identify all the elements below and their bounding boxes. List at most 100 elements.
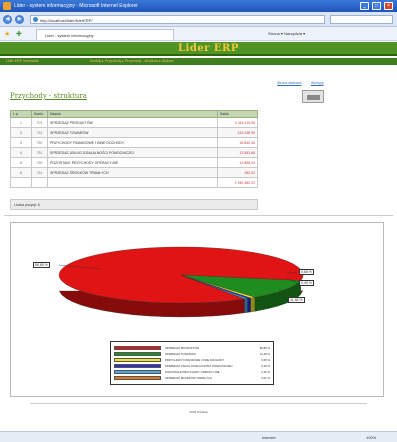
legend-swatch	[114, 345, 161, 350]
row-count-label: Liczba pozycji: 6	[14, 203, 40, 207]
legend-label: POZOSTAŁE PRZYCHODY OPERACYJNE	[165, 369, 220, 374]
divider	[30, 403, 367, 404]
col-header-lp[interactable]: L.p.	[10, 110, 32, 118]
cell-lp: 6	[10, 167, 32, 178]
cell-nazwa: SPRZEDAŻ TOWARÓW	[47, 127, 218, 138]
cell-nazwa: PRZYCHODY FINANSOWE I INNE DOCHODY	[47, 137, 218, 148]
footer-text: 2009 Tobdata	[189, 410, 208, 414]
table-row[interactable]: 3 750 PRZYCHODY FINANSOWE I INNE DOCHODY…	[10, 137, 258, 148]
callout-label-2: 0,68 %	[299, 269, 314, 275]
cell-saldo[interactable]: 319 248,99	[217, 127, 258, 138]
cell-saldo[interactable]: 12 858,24	[217, 157, 258, 168]
table-header-row: L.p. Konto Nazwa Saldo	[10, 110, 258, 118]
cell-kod: 731	[31, 127, 48, 138]
legend-swatch	[114, 351, 161, 356]
address-toolbar: ◀ ▶ http://localhost/lider/liderERP/	[0, 12, 397, 27]
legend-swatch	[114, 375, 161, 380]
page-title: Przychody - struktura	[10, 92, 87, 100]
browser-tab-label: Lider - system informacyjny	[45, 33, 94, 38]
cell-saldo[interactable]: 2 416 119,06	[217, 117, 258, 128]
ie-app-icon	[3, 2, 11, 10]
search-input[interactable]	[330, 15, 393, 24]
divider	[4, 215, 393, 216]
col-header-kod[interactable]: Konto	[31, 110, 48, 118]
legend-label: SPRZEDAŻ USŁUG DZIAŁALNOŚCI POMOCNICZEJ	[165, 363, 233, 368]
cell-nazwa: SPRZEDAŻ PRODUKTÓW	[47, 117, 218, 128]
table-row[interactable]: 2 731 SPRZEDAŻ TOWARÓW 319 248,99	[10, 127, 258, 138]
forward-arrow-icon[interactable]: ▶	[15, 15, 24, 24]
address-input[interactable]: http://localhost/lider/liderERP/	[30, 15, 325, 24]
cell-lp: 2	[10, 127, 32, 138]
pie-slice-side-3	[247, 297, 251, 313]
top-links: Strona startowa Wyloguj	[0, 81, 397, 87]
table-row[interactable]: 1 701 SPRZEDAŻ PRODUKTÓW 2 416 119,06	[10, 117, 258, 128]
legend-swatch	[114, 357, 161, 362]
favorites-star-icon[interactable]: ★	[4, 30, 10, 38]
back-arrow-icon[interactable]: ◀	[3, 15, 12, 24]
chart-legend: SPRZEDAŻ PRODUKTÓW 86,89 % SPRZEDAŻ TOWA…	[110, 341, 274, 385]
legend-value: 0,46 %	[261, 369, 270, 374]
pie-slice-side-4	[244, 298, 248, 314]
callout-label-3: 0,49 %	[299, 280, 314, 286]
cell-kod: 751	[31, 147, 48, 158]
table-total-row: 2 780 480,22	[10, 177, 258, 188]
cell-lp: 5	[10, 157, 32, 168]
table-row[interactable]: 6 761 SPRZEDAŻ ŚRODKÓW TRWAŁYCH 150,00	[10, 167, 258, 178]
legend-item: PRZYCHODY FINANSOWE I INNE DOCHODY 0,68 …	[114, 357, 272, 362]
legend-value: 11,48 %	[259, 351, 270, 356]
legend-value: 0,49 %	[261, 363, 270, 368]
window-titlebar: Lider - system informacyjny - Microsoft …	[0, 0, 397, 12]
menu-item-home[interactable]: Lider ERP Informator	[6, 59, 39, 63]
command-bar-tools[interactable]: Strona ▾ Narzędzia ▾	[268, 31, 305, 36]
close-button[interactable]: ×	[384, 2, 393, 10]
callout-label-1: 11,48 %	[288, 297, 305, 303]
revenue-table: L.p. Konto Nazwa Saldo 1 701 SPRZEDAŻ PR…	[10, 110, 258, 188]
print-icon[interactable]	[302, 90, 324, 103]
cell-nazwa: SPRZEDAŻ USŁUG DZIAŁALNOŚCI POMOCNICZEJ	[47, 147, 218, 158]
minimize-button[interactable]: _	[360, 2, 369, 10]
cell-kod: 750	[31, 137, 48, 148]
menu-breadcrumb[interactable]: Moduły ▸ Przychody ▸ Przychody - struktu…	[90, 59, 173, 63]
page-icon	[33, 17, 38, 22]
legend-label: SPRZEDAŻ ŚRODKÓW TRWAŁYCH	[165, 375, 212, 380]
callout-label-0: 86,89 %	[33, 262, 50, 268]
app-banner: Lider ERP	[0, 42, 397, 56]
app-menu-bar: Lider ERP Informator Moduły ▸ Przychody …	[0, 58, 397, 65]
legend-label: PRZYCHODY FINANSOWE I INNE DOCHODY	[165, 357, 225, 362]
legend-item: SPRZEDAŻ TOWARÓW 11,48 %	[114, 351, 272, 356]
cell-kod: 760	[31, 157, 48, 168]
table-row[interactable]: 4 751 SPRZEDAŻ USŁUG DZIAŁALNOŚCI POMOCN…	[10, 147, 258, 158]
cell-saldo[interactable]: 150,00	[217, 167, 258, 178]
legend-label: SPRZEDAŻ PRODUKTÓW	[165, 345, 200, 350]
cell-kod: 701	[31, 117, 48, 128]
maximize-button[interactable]: □	[372, 2, 381, 10]
legend-item: SPRZEDAŻ PRODUKTÓW 86,89 %	[114, 345, 272, 350]
row-count-bar: Liczba pozycji: 6	[10, 199, 258, 210]
address-url: http://localhost/lider/liderERP/	[40, 18, 93, 23]
browser-tab[interactable]: Lider - system informacyjny	[36, 29, 174, 40]
zoom-level[interactable]: 100%	[366, 435, 376, 440]
cell-lp: 4	[10, 147, 32, 158]
logout-link[interactable]: Wyloguj	[311, 81, 323, 85]
cell-lp: 3	[10, 137, 32, 148]
cell-kod: 761	[31, 167, 48, 178]
window-title: Lider - system informacyjny - Microsoft …	[14, 3, 138, 9]
start-page-link[interactable]: Strona startowa	[277, 81, 302, 85]
legend-item: SPRZEDAŻ USŁUG DZIAŁALNOŚCI POMOCNICZEJ …	[114, 363, 272, 368]
add-favorite-icon[interactable]: ✚	[16, 30, 22, 38]
pie-slice-side-2	[250, 297, 255, 313]
status-bar: Internet 100%	[0, 431, 397, 442]
col-header-nazwa[interactable]: Nazwa	[47, 110, 218, 118]
legend-swatch	[114, 363, 161, 368]
col-header-saldo[interactable]: Saldo	[217, 110, 258, 118]
cell-saldo[interactable]: 13 583,68	[217, 147, 258, 158]
legend-label: SPRZEDAŻ TOWARÓW	[165, 351, 196, 356]
cell-saldo[interactable]: 18 840,45	[217, 137, 258, 148]
legend-item: POZOSTAŁE PRZYCHODY OPERACYJNE 0,46 %	[114, 369, 272, 374]
brand-logo-text: Lider ERP	[178, 43, 239, 54]
legend-item: SPRZEDAŻ ŚRODKÓW TRWAŁYCH 0,01 %	[114, 375, 272, 380]
cell-nazwa: POZOSTAŁE PRZYCHODY OPERACYJNE	[47, 157, 218, 168]
table-row[interactable]: 5 760 POZOSTAŁE PRZYCHODY OPERACYJNE 12 …	[10, 157, 258, 168]
legend-value: 0,68 %	[261, 357, 270, 362]
cell-nazwa: SPRZEDAŻ ŚRODKÓW TRWAŁYCH	[47, 167, 218, 178]
